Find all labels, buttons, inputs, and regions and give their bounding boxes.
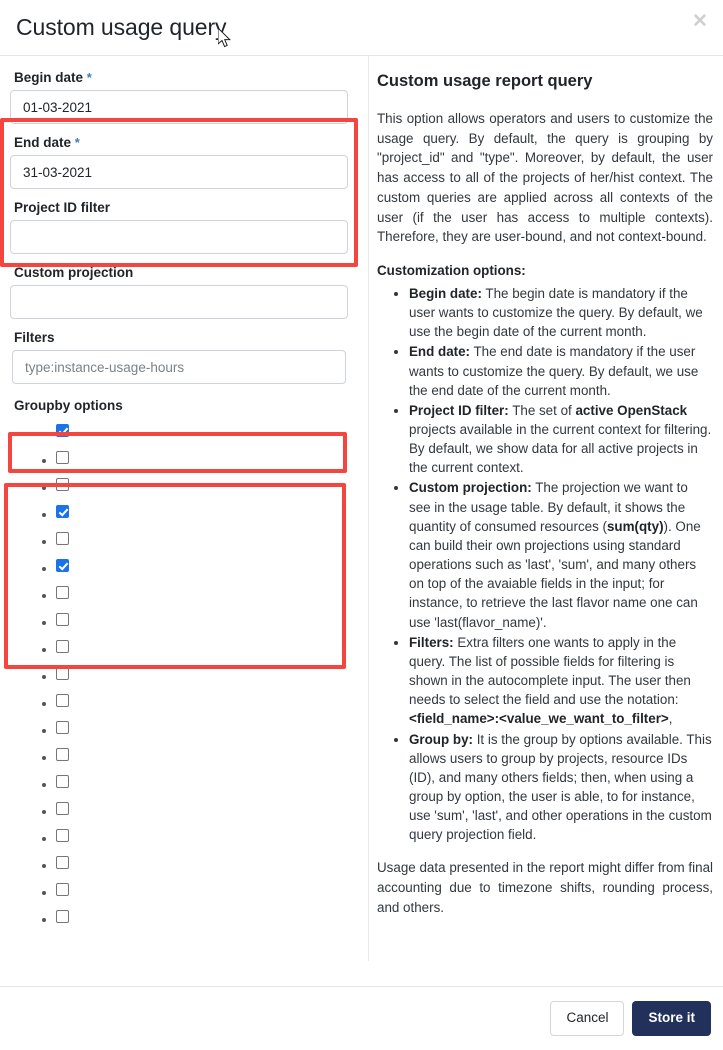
groupby-checkbox-label[interactable] — [56, 748, 69, 761]
dialog-footer: Cancel Store it — [0, 986, 723, 1050]
option-term-emphasis: active OpenStack — [575, 402, 688, 418]
project-id-filter-label: Project ID filter — [14, 200, 111, 215]
groupby-option-item — [56, 876, 358, 903]
dialog-title: Custom usage query — [16, 14, 227, 40]
option-text-continued: projects available in the current contex… — [409, 422, 712, 476]
custom-usage-query-dialog: Custom usage query ✕ Begin date * End da… — [0, 0, 723, 1050]
groupby-checkbox-user_id[interactable] — [56, 532, 69, 545]
project-id-filter-input[interactable] — [10, 220, 348, 254]
groupby-checkbox-availability_zone[interactable] — [56, 451, 69, 464]
groupby-checkbox-is_incremental[interactable] — [56, 802, 69, 815]
groupby-option-list — [10, 417, 358, 930]
dialog-header: Custom usage query ✕ — [0, 0, 723, 56]
groupby-option-item — [56, 444, 358, 471]
info-title: Custom usage report query — [377, 72, 593, 90]
groupby-option-item — [56, 525, 358, 552]
groupby-section: Groupby options — [10, 398, 358, 930]
groupby-checkbox-provisioning_status[interactable] — [56, 829, 69, 842]
customization-options-list: Begin date: The begin date is mandatory … — [377, 284, 713, 845]
customization-options-heading: Customization options: — [377, 262, 526, 278]
info-footnote: Usage data presented in the report might… — [377, 860, 713, 915]
groupby-checkbox-updated_at[interactable] — [56, 856, 69, 869]
required-marker: * — [74, 135, 80, 150]
filters-input[interactable] — [12, 350, 346, 384]
groupby-checkbox-status[interactable] — [56, 910, 69, 923]
info-panel: Custom usage report query This option al… — [368, 56, 723, 961]
option-term: Begin date: — [409, 285, 482, 301]
option-term: Group by: — [409, 731, 473, 747]
begin-date-group: Begin date * — [10, 70, 358, 124]
groupby-option-item — [56, 903, 358, 930]
groupby-checkbox-operating_status[interactable] — [56, 883, 69, 896]
groupby-checkbox-volume_type[interactable] — [56, 694, 69, 707]
customization-option-item: Group by: It is the group by options ava… — [409, 730, 713, 845]
groupby-option-item — [56, 795, 358, 822]
groupby-option-item — [56, 552, 358, 579]
groupby-checkbox-project_id[interactable] — [56, 559, 69, 572]
groupby-option-item — [56, 714, 358, 741]
groupby-option-item — [56, 660, 358, 687]
custom-projection-input[interactable] — [10, 285, 348, 319]
groupby-option-item — [56, 849, 358, 876]
info-intro-paragraph: This option allows operators and users t… — [377, 111, 713, 245]
option-text: It is the group by options available. Th… — [409, 731, 712, 843]
option-term: Filters: — [409, 634, 454, 650]
customization-option-item: Begin date: The begin date is mandatory … — [409, 284, 713, 341]
end-date-group: End date * — [10, 135, 358, 189]
close-icon[interactable]: ✕ — [687, 8, 713, 34]
begin-date-label-text: Begin date — [14, 70, 84, 85]
option-term-emphasis: <field_name>:<value_we_want_to_filter> — [409, 711, 669, 727]
end-date-label: End date * — [14, 135, 358, 150]
query-form: Begin date * End date * Project ID filte… — [0, 56, 368, 930]
customization-option-item: Project ID filter: The set of active Ope… — [409, 401, 713, 478]
groupby-option-item — [56, 606, 358, 633]
groupby-option-item — [56, 822, 358, 849]
groupby-checkbox-display_name[interactable] — [56, 424, 69, 437]
groupby-checkbox-id[interactable] — [56, 586, 69, 599]
groupby-option-item — [56, 417, 358, 444]
filters-group: Filters — [10, 330, 358, 384]
groupby-option-item — [56, 768, 358, 795]
customization-option-item: Filters: Extra filters one wants to appl… — [409, 633, 713, 729]
begin-date-label: Begin date * — [14, 70, 358, 85]
store-it-button[interactable]: Store it — [632, 1001, 711, 1036]
custom-projection-group: Custom projection — [10, 265, 358, 319]
groupby-checkbox-flavor_name[interactable] — [56, 505, 69, 518]
filters-label: Filters — [14, 330, 55, 345]
option-term-emphasis: sum(qty) — [606, 518, 664, 534]
groupby-label: Groupby options — [14, 398, 123, 413]
option-term: End date: — [409, 344, 471, 360]
groupby-option-item — [56, 471, 358, 498]
groupby-checkbox-instance_id[interactable] — [56, 667, 69, 680]
dialog-body: Begin date * End date * Project ID filte… — [0, 56, 723, 986]
groupby-option-item — [56, 687, 358, 714]
option-text-continued: ). One can build their own projections u… — [409, 518, 701, 630]
groupby-checkbox-type[interactable] — [56, 640, 69, 653]
end-date-label-text: End date — [14, 135, 72, 150]
groupby-checkbox-name[interactable] — [56, 721, 69, 734]
option-term: Custom projection: — [409, 480, 532, 496]
groupby-option-item — [56, 633, 358, 660]
groupby-option-item — [56, 498, 358, 525]
groupby-checkbox-volume_id[interactable] — [56, 775, 69, 788]
project-id-filter-group: Project ID filter — [10, 200, 358, 254]
option-term: Project ID filter: — [409, 402, 509, 418]
groupby-option-item — [56, 579, 358, 606]
groupby-checkbox-flavor_id[interactable] — [56, 613, 69, 626]
end-date-input[interactable] — [10, 155, 348, 189]
custom-projection-label: Custom projection — [14, 265, 134, 280]
customization-option-item: End date: The end date is mandatory if t… — [409, 342, 713, 399]
cancel-button[interactable]: Cancel — [550, 1001, 625, 1036]
option-text-continued: , — [668, 711, 673, 727]
groupby-checkbox-revision_start[interactable] — [56, 478, 69, 491]
option-text: The set of — [508, 402, 576, 418]
groupby-option-item — [56, 741, 358, 768]
begin-date-input[interactable] — [10, 90, 348, 124]
required-marker: * — [86, 70, 92, 85]
customization-option-item: Custom projection: The projection we wan… — [409, 478, 713, 631]
